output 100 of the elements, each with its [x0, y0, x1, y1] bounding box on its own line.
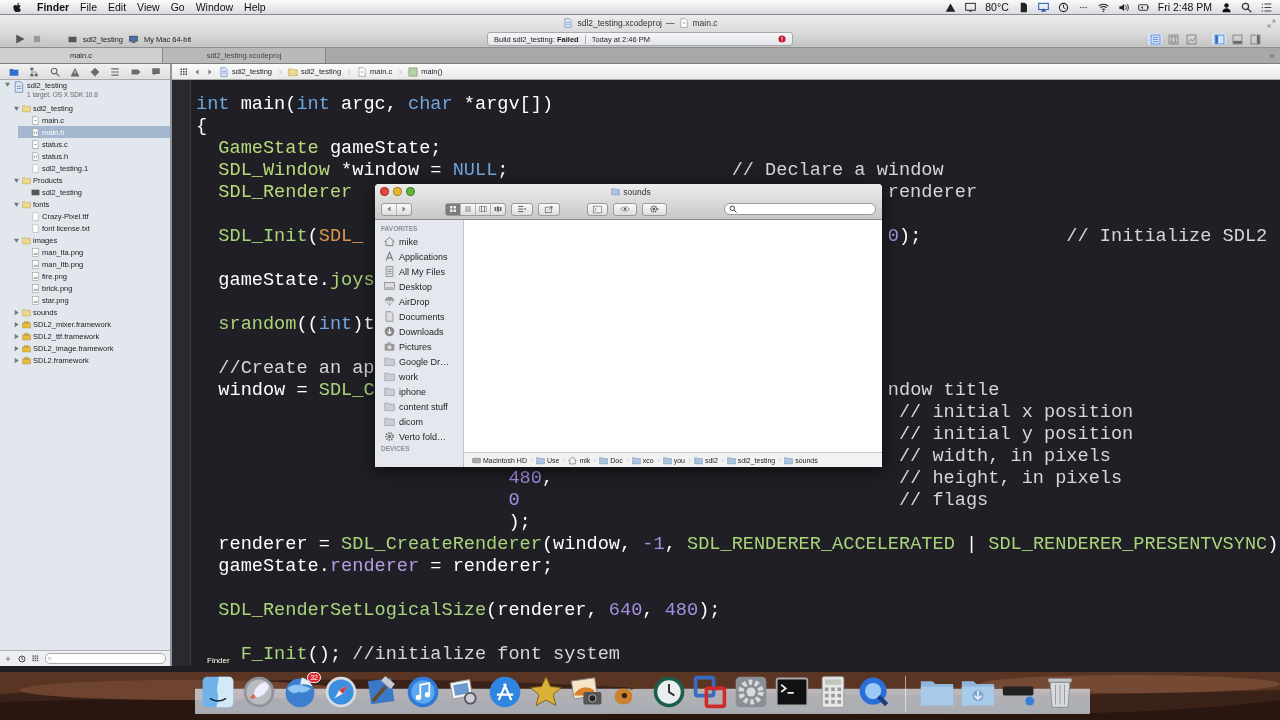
- editor-mode-button[interactable]: [1148, 33, 1162, 45]
- speech-bubble-icon: [150, 66, 161, 77]
- sidebar-item[interactable]: mike: [375, 234, 463, 249]
- menu-title[interactable]: View: [137, 1, 160, 13]
- display-icon[interactable]: [965, 1, 977, 13]
- temperature-reading[interactable]: 80°C: [985, 1, 1009, 13]
- navigator-tab[interactable]: [29, 66, 40, 77]
- code-comment: // initial x position: [898, 402, 1134, 423]
- disclosure-triangle-icon[interactable]: [13, 200, 20, 208]
- wifi-icon[interactable]: [1097, 1, 1109, 13]
- clock-icon[interactable]: [651, 674, 687, 710]
- menu-title[interactable]: Window: [195, 1, 234, 13]
- play-icon[interactable]: [14, 33, 26, 45]
- sidebar-item[interactable]: Downloads: [375, 324, 463, 339]
- code-line: gameState.joys: [218, 270, 375, 291]
- sidebar-item[interactable]: Verto fold…: [375, 429, 463, 444]
- disclosure-triangle-icon[interactable]: [13, 344, 20, 352]
- pencil-a-icon[interactable]: [487, 674, 523, 710]
- minimize-button[interactable]: [393, 187, 402, 196]
- zoom-button[interactable]: [406, 187, 415, 196]
- menu-clock[interactable]: Fri 2:48 PM: [1157, 1, 1212, 13]
- menu-title[interactable]: Help: [244, 1, 266, 13]
- terminal-button[interactable]: [587, 202, 608, 216]
- navigator-tab[interactable]: [69, 66, 80, 77]
- arrange-button[interactable]: [511, 202, 533, 216]
- compass-icon[interactable]: [323, 674, 359, 710]
- back-arrow-icon[interactable]: [385, 205, 393, 213]
- disclosure-triangle-icon[interactable]: [4, 81, 11, 88]
- disclosure-triangle-icon[interactable]: [13, 176, 20, 184]
- grid-icon[interactable]: [180, 67, 188, 76]
- menu-title[interactable]: Go: [170, 1, 185, 13]
- overlapping-squares-icon[interactable]: [692, 674, 728, 710]
- menu-title[interactable]: File: [80, 1, 97, 13]
- rocket-icon[interactable]: [241, 674, 277, 710]
- sidebar-item[interactable]: Google Dr…: [375, 354, 463, 369]
- quick-look-button[interactable]: [613, 202, 637, 216]
- sidebar-item[interactable]: Applications: [375, 249, 463, 264]
- view-toggle-button[interactable]: [1248, 33, 1262, 45]
- navigator-tab[interactable]: [49, 66, 60, 77]
- view-toggle-button[interactable]: [1230, 33, 1244, 45]
- expand-icon[interactable]: [1267, 18, 1276, 28]
- warning-icon: [69, 66, 80, 77]
- sidebar-item[interactable]: Documents: [375, 309, 463, 324]
- disclosure-triangle-icon[interactable]: [13, 308, 20, 316]
- battery-icon[interactable]: [1137, 1, 1149, 13]
- menu-title[interactable]: Edit: [108, 1, 127, 13]
- sidebar-item[interactable]: All My Files: [375, 264, 463, 279]
- filter-field[interactable]: [45, 653, 166, 664]
- music-note-icon[interactable]: [405, 674, 441, 710]
- forward-arrow-icon[interactable]: [206, 67, 214, 76]
- folder-icon: [693, 455, 703, 465]
- folder-icon: [384, 401, 395, 412]
- navigator-tab[interactable]: [110, 66, 121, 77]
- code-line: renderer = SDL_CreateRenderer(window, -1, SDL_RENDERER_ACCELERATED | SDL_RENDERER_PRESENTVSYNC): [218, 534, 1279, 555]
- disclosure-triangle-icon[interactable]: [13, 320, 20, 328]
- sidebar-item[interactable]: AirDrop: [375, 294, 463, 309]
- disclosure-triangle-icon[interactable]: [13, 236, 20, 244]
- sidebar-item[interactable]: iphone: [375, 384, 463, 399]
- app-icon[interactable]: [68, 34, 77, 44]
- code-line: SDL_Init(SDL_: [218, 226, 364, 247]
- user-icon[interactable]: [1221, 1, 1232, 13]
- folder-icon: [662, 455, 672, 465]
- grid-icon[interactable]: [32, 655, 39, 662]
- close-button[interactable]: [380, 187, 389, 196]
- navigator-tab[interactable]: [90, 66, 101, 77]
- error-icon[interactable]: [778, 35, 786, 43]
- clock-icon[interactable]: [1057, 1, 1069, 13]
- clock-icon[interactable]: [18, 654, 26, 663]
- share-button[interactable]: [538, 202, 560, 216]
- file-icon: [31, 115, 40, 125]
- back-arrow-icon[interactable]: [193, 67, 201, 76]
- list-icon: [464, 205, 472, 213]
- forward-arrow-icon[interactable]: [400, 205, 408, 213]
- list-icon[interactable]: [1261, 1, 1272, 13]
- sidebar-item[interactable]: work: [375, 369, 463, 384]
- disclosure-triangle-icon[interactable]: [13, 104, 20, 112]
- chevron-icon: [777, 456, 783, 464]
- navigator-tab[interactable]: [9, 66, 20, 77]
- code-comment: // height, in pixels: [898, 468, 1123, 489]
- view-button[interactable]: [446, 203, 461, 215]
- code-fragment: );: [508, 512, 531, 533]
- sidebar-item[interactable]: Desktop: [375, 279, 463, 294]
- disclosure-triangle-icon[interactable]: [13, 332, 20, 340]
- apple-menu-icon[interactable]: [12, 1, 23, 13]
- sidebar-item[interactable]: dicom: [375, 414, 463, 429]
- menu-title[interactable]: Finder: [37, 1, 70, 13]
- view-button[interactable]: [476, 203, 491, 215]
- search-icon[interactable]: [1241, 1, 1252, 13]
- monitor-icon[interactable]: [129, 34, 139, 44]
- view-toggle-button[interactable]: [1212, 33, 1226, 45]
- disclosure-triangle-icon[interactable]: [13, 356, 20, 364]
- navigator-tab[interactable]: [150, 66, 161, 77]
- a-shape-icon: [384, 251, 395, 262]
- sidebar-item[interactable]: Pictures: [375, 339, 463, 354]
- sidebar-item[interactable]: content stuff: [375, 399, 463, 414]
- triangle-icon[interactable]: [945, 1, 957, 13]
- action-button[interactable]: [642, 202, 667, 216]
- search-field[interactable]: [724, 203, 876, 215]
- plus-icon[interactable]: [4, 654, 12, 663]
- volume-icon[interactable]: [1117, 1, 1129, 13]
